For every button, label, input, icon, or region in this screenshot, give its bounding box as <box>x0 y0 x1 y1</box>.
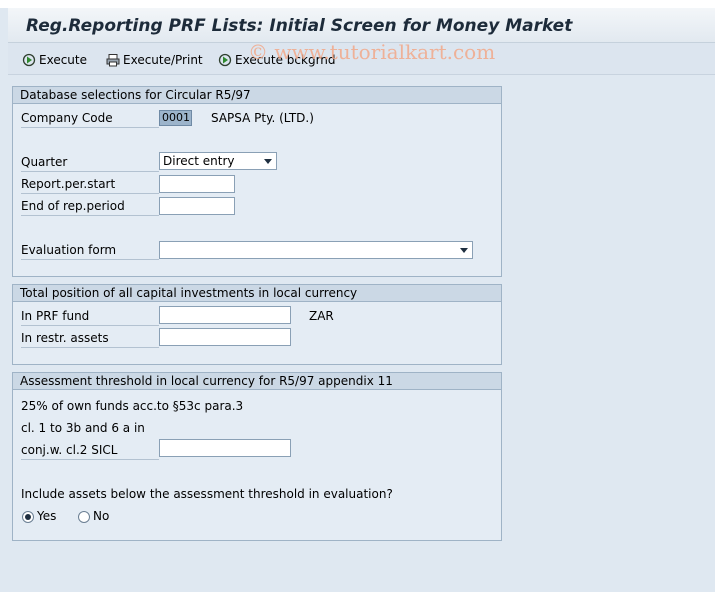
execute-button[interactable]: Execute <box>22 51 87 69</box>
total-position-group: Total position of all capital investment… <box>12 284 502 365</box>
label-underline <box>21 459 159 460</box>
report-start-label: Report.per.start <box>21 177 116 191</box>
execute-icon <box>22 53 36 67</box>
evaluation-form-label: Evaluation form <box>21 243 117 257</box>
chevron-down-icon[interactable] <box>460 248 468 253</box>
execute-background-icon <box>218 53 232 67</box>
execute-print-button[interactable]: Execute/Print <box>106 51 203 69</box>
database-selections-group: Database selections for Circular R5/97 C… <box>12 86 502 277</box>
company-code-label: Company Code <box>21 111 113 125</box>
threshold-input[interactable] <box>159 439 291 457</box>
company-name-text: SAPSA Pty. (LTD.) <box>211 111 314 125</box>
no-radio[interactable] <box>78 511 90 523</box>
label-underline <box>21 215 159 216</box>
page-title: Reg.Reporting PRF Lists: Initial Screen … <box>26 16 573 36</box>
prf-fund-label: In PRF fund <box>21 309 90 323</box>
title-bar: Reg.Reporting PRF Lists: Initial Screen … <box>8 8 715 43</box>
evaluation-form-dropdown[interactable] <box>159 241 473 259</box>
threshold-line-3: conj.w. cl.2 SICL <box>21 443 118 457</box>
label-underline <box>21 259 159 260</box>
execute-print-label: Execute/Print <box>123 53 203 67</box>
include-assets-question: Include assets below the assessment thre… <box>21 487 393 501</box>
yes-label[interactable]: Yes <box>37 509 56 523</box>
execute-label: Execute <box>39 53 87 67</box>
currency-text: ZAR <box>309 309 334 323</box>
label-underline <box>21 171 159 172</box>
restr-assets-input[interactable] <box>159 328 291 346</box>
prf-fund-input[interactable] <box>159 306 291 324</box>
group-title: Assessment threshold in local currency f… <box>13 373 501 390</box>
report-start-input[interactable] <box>159 175 235 193</box>
assessment-threshold-group: Assessment threshold in local currency f… <box>12 372 502 541</box>
report-end-label: End of rep.period <box>21 199 125 213</box>
threshold-line-1: 25% of own funds acc.to §53c para.3 <box>21 399 244 413</box>
report-end-input[interactable] <box>159 197 235 215</box>
label-underline <box>21 325 159 326</box>
quarter-label: Quarter <box>21 155 68 169</box>
restr-assets-label: In restr. assets <box>21 331 109 345</box>
execute-background-label: Execute bckgrnd <box>235 53 336 67</box>
quarter-selected-value: Direct entry <box>163 154 235 168</box>
threshold-line-2: cl. 1 to 3b and 6 a in <box>21 421 145 435</box>
label-underline <box>21 193 159 194</box>
group-title: Total position of all capital investment… <box>13 285 501 302</box>
quarter-dropdown[interactable]: Direct entry <box>159 152 277 170</box>
printer-icon <box>106 53 120 67</box>
yes-radio[interactable] <box>22 511 34 523</box>
label-underline <box>21 127 159 128</box>
top-strip <box>0 0 715 8</box>
execute-background-button[interactable]: Execute bckgrnd <box>218 51 336 69</box>
application-toolbar: Execute Execute/Print Execute bckgrnd <box>8 43 715 75</box>
company-code-field[interactable]: 0001 <box>159 110 192 126</box>
group-title: Database selections for Circular R5/97 <box>13 87 501 104</box>
label-underline <box>21 347 159 348</box>
no-label[interactable]: No <box>93 509 109 523</box>
chevron-down-icon[interactable] <box>264 159 272 164</box>
radio-selected-dot <box>25 514 31 520</box>
